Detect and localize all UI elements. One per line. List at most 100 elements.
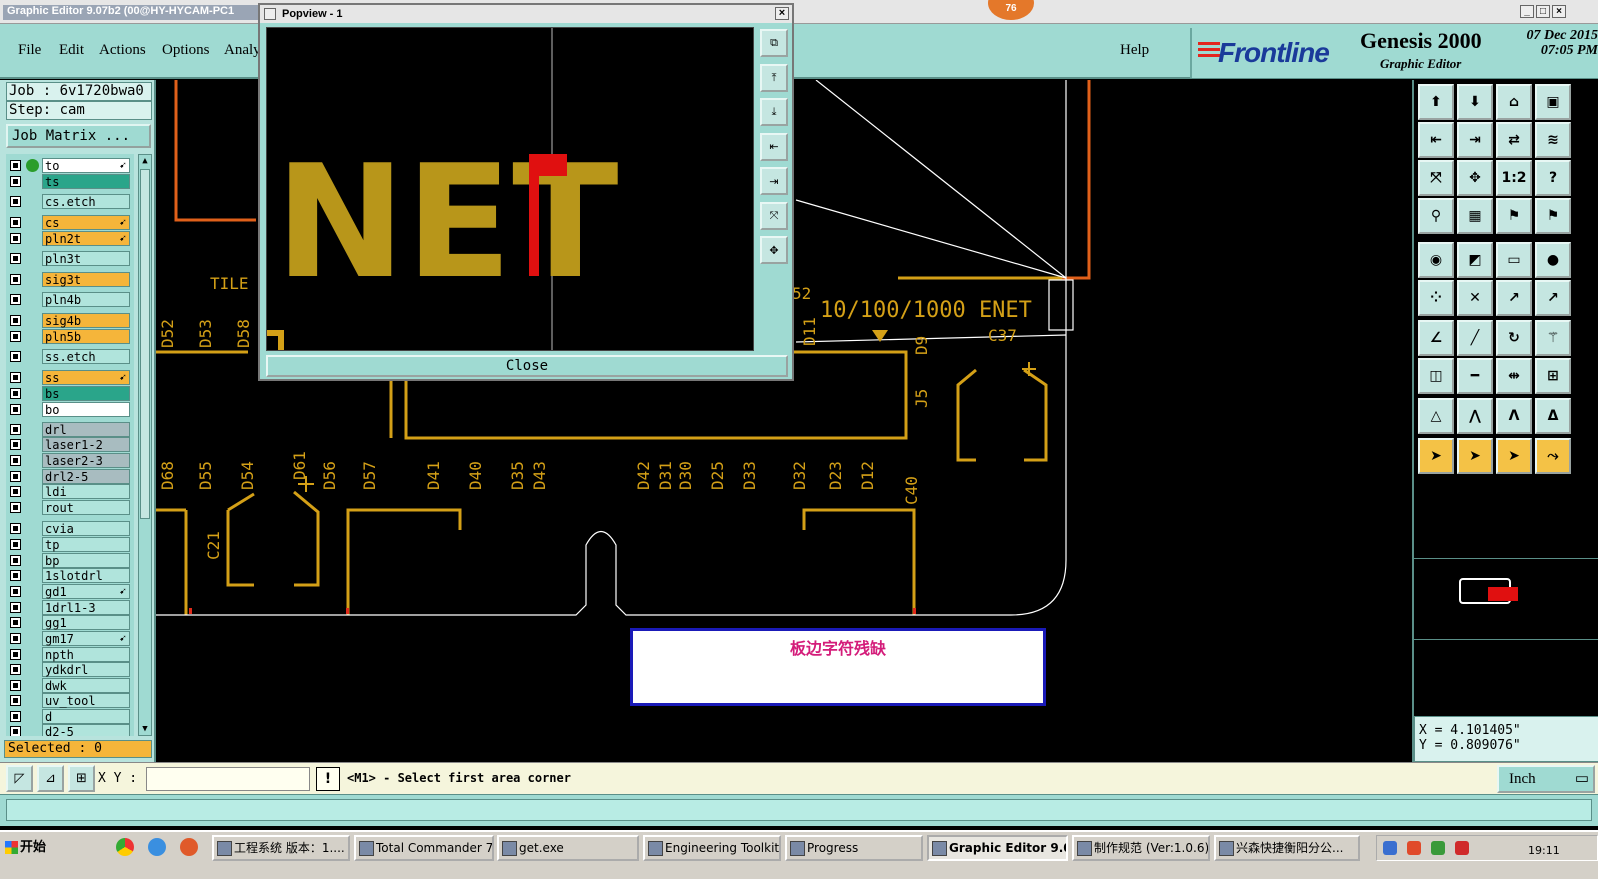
taskbar-item[interactable]: Total Commander 7.0 ... [354, 835, 494, 861]
layer-checkbox[interactable] [10, 176, 21, 187]
layer-name[interactable]: laser1-2 [42, 437, 130, 452]
layer-checkbox[interactable] [10, 523, 21, 534]
xy-input[interactable] [146, 767, 310, 791]
layer-name[interactable]: pln2t ➹ [42, 231, 130, 246]
units-selector[interactable]: Inch ▭ [1497, 765, 1595, 793]
rotate-icon[interactable]: ↻ [1496, 320, 1532, 356]
layer-checkbox[interactable] [10, 539, 21, 550]
pan-right-icon[interactable]: ⇥ [760, 167, 788, 195]
layer-checkbox[interactable] [10, 315, 21, 326]
layer-name[interactable]: pln3t [42, 251, 130, 266]
layer-name[interactable]: pln4b [42, 292, 130, 307]
menu-actions[interactable]: Actions [99, 42, 146, 59]
layer-checkbox[interactable] [10, 602, 21, 613]
ruler-tool-icon[interactable]: ⚲ [1418, 198, 1454, 234]
layer-name[interactable]: rout [42, 500, 130, 515]
layer-checkbox[interactable] [10, 404, 21, 415]
layer-row-pln4b[interactable]: pln4b [6, 292, 130, 307]
layer-row-1drl1-3[interactable]: 1drl1-3 [6, 600, 130, 615]
net-display-icon[interactable]: ⚑ [1496, 198, 1532, 234]
scale-1-2-icon[interactable]: 1:2 [1496, 160, 1532, 196]
connect-icon[interactable]: ⁘ [1418, 280, 1454, 316]
layer-name[interactable]: drl [42, 422, 130, 437]
layer-arrow-icon[interactable]: ➹ [119, 370, 126, 385]
scroll-down-icon[interactable]: ▼ [140, 724, 150, 734]
snap-mode-icon[interactable]: ◸ [6, 765, 33, 792]
taskbar-item[interactable]: get.exe [497, 835, 639, 861]
layer-arrow-icon[interactable]: ➹ [119, 158, 126, 173]
layer-checkbox[interactable] [10, 649, 21, 660]
maximize-button[interactable]: □ [1536, 5, 1550, 18]
popview-canvas[interactable]: NET [266, 27, 754, 351]
window-icon[interactable]: ▣ [1535, 84, 1571, 120]
overview-map[interactable] [1414, 558, 1598, 640]
route-icon[interactable]: ↗ [1496, 280, 1532, 316]
layer-row-drl[interactable]: drl [6, 422, 130, 437]
layer-checkbox[interactable] [10, 633, 21, 644]
layer-name[interactable]: gm17 ➹ [42, 631, 130, 646]
layer-name[interactable]: ldi [42, 484, 130, 499]
layer-checkbox[interactable] [10, 502, 21, 513]
layer-row-to[interactable]: to ➹ [6, 158, 130, 173]
tray-icon[interactable] [1431, 841, 1445, 855]
layer-checkbox[interactable] [10, 253, 21, 264]
tray-icon[interactable] [1407, 841, 1421, 855]
line-icon[interactable]: ╱ [1457, 320, 1493, 356]
select-net-icon[interactable]: ⤳ [1535, 438, 1571, 474]
taskbar-item[interactable]: Engineering Toolkit 9.... [643, 835, 781, 861]
layer-checkbox[interactable] [10, 555, 21, 566]
layer-name[interactable]: d [42, 709, 130, 724]
layer-name[interactable]: pln5b [42, 329, 130, 344]
layer-row-dwk[interactable]: dwk [6, 678, 130, 693]
move-down-icon[interactable]: ⬇ [1457, 84, 1493, 120]
select-cursor-icon[interactable]: ➤ [1418, 438, 1454, 474]
layer-name[interactable]: sig4b [42, 313, 130, 328]
layer-row-ts[interactable]: ts [6, 174, 130, 189]
minus-icon[interactable]: ━ [1457, 358, 1493, 394]
taskbar-item[interactable]: Graphic Editor 9.07... [927, 835, 1068, 861]
scroll-up-icon[interactable]: ▲ [140, 156, 150, 166]
pad-icon[interactable]: ◉ [1418, 242, 1454, 278]
layer-name[interactable]: d2-5 [42, 724, 130, 736]
angle-icon[interactable]: ∠ [1418, 320, 1454, 356]
zoom-center-icon[interactable]: ✥ [1457, 160, 1493, 196]
layer-checkbox[interactable] [10, 372, 21, 383]
layer-row-pln3t[interactable]: pln3t [6, 251, 130, 266]
layer-row-bp[interactable]: bp [6, 553, 130, 568]
move-up-icon[interactable]: ⬆ [1418, 84, 1454, 120]
layer-list-scrollbar[interactable]: ▲ ▼ [138, 154, 152, 736]
layer-row-cs.etch[interactable]: cs.etch [6, 194, 130, 209]
swap-icon[interactable]: ⇄ [1496, 122, 1532, 158]
grid-mode-icon[interactable]: ⊞ [68, 765, 95, 792]
layer-arrow-icon[interactable]: ➹ [119, 215, 126, 230]
layer-checkbox[interactable] [10, 570, 21, 581]
layer-row-gg1[interactable]: gg1 [6, 615, 130, 630]
layer-name[interactable]: 1drl1-3 [42, 600, 130, 615]
layer-row-ydkdrl[interactable]: ydkdrl [6, 662, 130, 677]
layer-name[interactable]: bo [42, 402, 130, 417]
taskbar-item[interactable]: 兴森快捷衡阳分公... [1214, 835, 1360, 861]
layer-row-ldi[interactable]: ldi [6, 484, 130, 499]
tray-icon[interactable] [1455, 841, 1469, 855]
layer-row-d2-5[interactable]: d2-5 [6, 724, 130, 736]
chrome-icon[interactable] [116, 838, 134, 856]
layer-name[interactable]: 1slotdrl [42, 568, 130, 583]
measure-mode-icon[interactable]: ⊿ [37, 765, 64, 792]
layers-icon[interactable]: ≋ [1535, 122, 1571, 158]
layer-checkbox[interactable] [10, 217, 21, 228]
layer-row-cvia[interactable]: cvia [6, 521, 130, 536]
layer-checkbox[interactable] [10, 617, 21, 628]
layer-name[interactable]: cs ➹ [42, 215, 130, 230]
layer-name[interactable]: bp [42, 553, 130, 568]
layer-row-drl2-5[interactable]: drl2-5 [6, 469, 130, 484]
layer-checkbox[interactable] [10, 471, 21, 482]
layer-row-gd1[interactable]: gd1 ➹ [6, 584, 130, 599]
measure-icon[interactable]: ⇹ [1496, 358, 1532, 394]
layer-name[interactable]: tp [42, 537, 130, 552]
layer-checkbox[interactable] [10, 294, 21, 305]
layer-name[interactable]: sig3t [42, 272, 130, 287]
zoom-in-icon[interactable]: ✥ [760, 236, 788, 264]
edit-pad-icon[interactable]: ◫ [1418, 358, 1454, 394]
layer-name[interactable]: gg1 [42, 615, 130, 630]
layer-name[interactable]: drl2-5 [42, 469, 130, 484]
